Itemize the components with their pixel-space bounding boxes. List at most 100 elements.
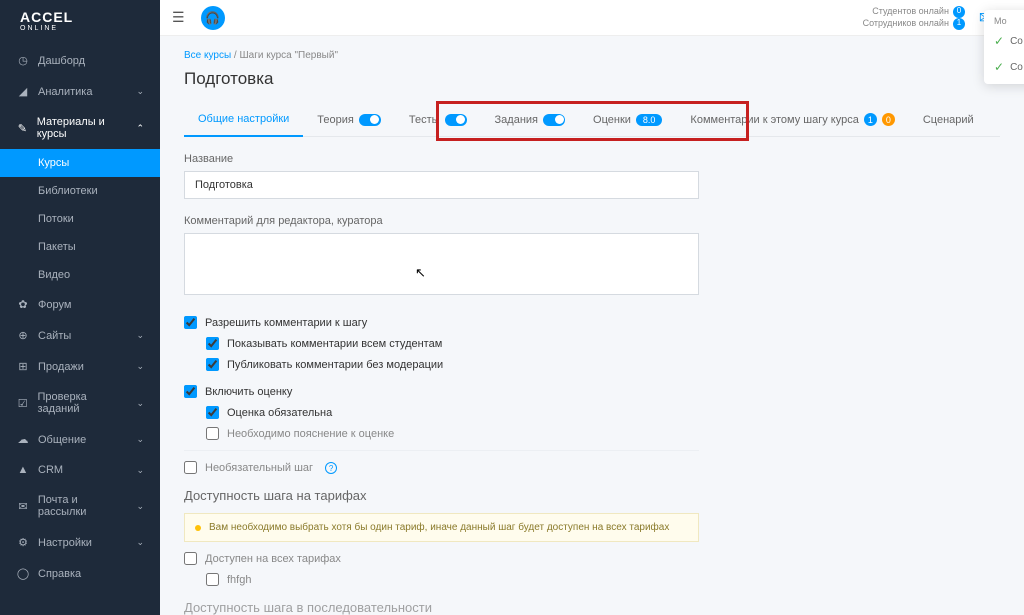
sales-icon: ⊞ [16,360,30,373]
checkbox[interactable] [184,385,197,398]
chat-icon: ☁ [16,433,30,446]
tariffs-title: Доступность шага на тарифах [184,488,1000,503]
nav-label: CRM [38,464,63,476]
nav-label: Продажи [38,361,84,373]
staff-online-label: Сотрудников онлайн [863,18,949,30]
chevron-up-icon: ⌃ [136,123,144,134]
materials-icon: ✎ [16,122,29,135]
nav-mail[interactable]: ✉ Почта и рассылки ⌄ [0,485,160,527]
name-label: Название [184,153,1000,165]
support-button[interactable]: 🎧 [201,6,225,30]
nav-crm[interactable]: ▲ CRM ⌄ [0,455,160,485]
name-input[interactable] [184,171,699,199]
toggle-icon[interactable] [445,114,467,126]
students-online-label: Студентов онлайн [872,6,949,18]
comment-section: Комментарий для редактора, куратора [184,215,1000,300]
help-icon[interactable]: ? [325,462,337,474]
nav-label: Общение [38,434,86,446]
chevron-down-icon: ⌄ [136,537,144,548]
check-need-explain[interactable]: Необходимо пояснение к оценке [206,427,1000,440]
crm-icon: ▲ [16,464,30,476]
checkbox[interactable] [206,358,219,371]
popup-text: Со [1010,36,1023,47]
subnav-packages[interactable]: Пакеты [0,233,160,261]
popup-row[interactable]: ✓ Со [984,28,1024,54]
check-publish-no-mod[interactable]: Публиковать комментарии без модерации [206,358,1000,371]
chevron-down-icon: ⌄ [136,330,144,341]
nav-analytics[interactable]: ◢ Аналитика ⌄ [0,76,160,107]
tab-tests[interactable]: Тесты [395,104,481,136]
checkboxes-section: Разрешить комментарии к шагу Показывать … [184,316,1000,474]
nav-label: Почта и рассылки [38,494,129,518]
breadcrumb-all-courses[interactable]: Все курсы [184,50,231,61]
check-optional-step[interactable]: Необязательный шаг ? [184,461,1000,474]
nav-sites[interactable]: ⊕ Сайты ⌄ [0,320,160,351]
students-count-badge: 0 [953,6,965,18]
dashboard-icon: ◷ [16,54,30,67]
nav-label: Справка [38,568,81,580]
check-icon: ✓ [994,60,1004,74]
menu-toggle-icon[interactable]: ☰ [172,9,185,26]
subnav-video[interactable]: Видео [0,261,160,289]
popup-text: Со [1010,62,1023,73]
check-all-tariffs[interactable]: Доступен на всех тарифах [184,552,1000,565]
check-enable-grade[interactable]: Включить оценку [184,385,1000,398]
subnav-streams[interactable]: Потоки [0,205,160,233]
nav-communication[interactable]: ☁ Общение ⌄ [0,424,160,455]
tabs: Общие настройки Теория Тесты Задания Оце… [184,103,1000,137]
comment-textarea[interactable] [184,233,699,295]
nav-materials[interactable]: ✎ Материалы и курсы ⌃ [0,107,160,149]
nav-dashboard[interactable]: ◷ Дашборд [0,45,160,76]
checkbox[interactable] [206,337,219,350]
popup-extra: Мо [984,14,1024,28]
nav-forum[interactable]: ✿ Форум [0,289,160,320]
online-status: Студентов онлайн 0 Сотрудников онлайн 1 [863,6,965,30]
brand-sub: ONLINE [20,25,140,33]
forum-icon: ✿ [16,298,30,311]
comment-badge-2: 0 [882,113,895,126]
checkbox[interactable] [184,316,197,329]
analytics-icon: ◢ [16,85,30,98]
checkbox[interactable] [184,552,197,565]
subnav-courses[interactable]: Курсы [0,149,160,177]
checkbox[interactable] [184,461,197,474]
notification-popup: Мо ✓ Со ✓ Со [984,10,1024,84]
checkbox[interactable] [206,406,219,419]
tab-comments[interactable]: Комментарии к этому шагу курса 1 0 [676,103,908,136]
nav-review[interactable]: ☑ Проверка заданий ⌄ [0,382,160,424]
chevron-down-icon: ⌄ [136,86,144,97]
check-show-comments[interactable]: Показывать комментарии всем студентам [206,337,1000,350]
warning-dot-icon [195,525,201,531]
subnav-libraries[interactable]: Библиотеки [0,177,160,205]
nav-label: Аналитика [38,86,92,98]
tab-grades[interactable]: Оценки8.0 [579,104,676,136]
nav-label: Дашборд [38,55,85,67]
nav-help[interactable]: ◯ Справка [0,558,160,589]
popup-row[interactable]: ✓ Со [984,54,1024,80]
brand-title: ACCEL [20,10,140,25]
nav-settings[interactable]: ⚙ Настройки ⌄ [0,527,160,558]
check-icon: ✓ [994,34,1004,48]
checkbox[interactable] [206,573,219,586]
nav-label: Настройки [38,537,92,549]
staff-count-badge: 1 [953,18,965,30]
check-grade-required[interactable]: Оценка обязательна [206,406,1000,419]
main: ☰ 🎧 Студентов онлайн 0 Сотрудников онлай… [160,0,1024,615]
form-section: Название [184,153,1000,199]
logo: ACCEL ONLINE [0,0,160,45]
tab-scenario[interactable]: Сценарий [909,104,988,136]
nav-sales[interactable]: ⊞ Продажи ⌄ [0,351,160,382]
tab-theory[interactable]: Теория [303,104,395,136]
tab-general[interactable]: Общие настройки [184,103,303,137]
checkbox[interactable] [206,427,219,440]
topbar: ☰ 🎧 Студентов онлайн 0 Сотрудников онлай… [160,0,1024,36]
gear-icon: ⚙ [16,536,30,549]
nav-label: Сайты [38,330,71,342]
check-tariff-1[interactable]: fhfgh [206,573,1000,586]
nav-label: Материалы и курсы [37,116,129,140]
tab-tasks[interactable]: Задания [481,104,579,136]
check-allow-comments[interactable]: Разрешить комментарии к шагу [184,316,1000,329]
toggle-icon[interactable] [359,114,381,126]
toggle-icon[interactable] [543,114,565,126]
page-title: Подготовка [184,69,1000,89]
